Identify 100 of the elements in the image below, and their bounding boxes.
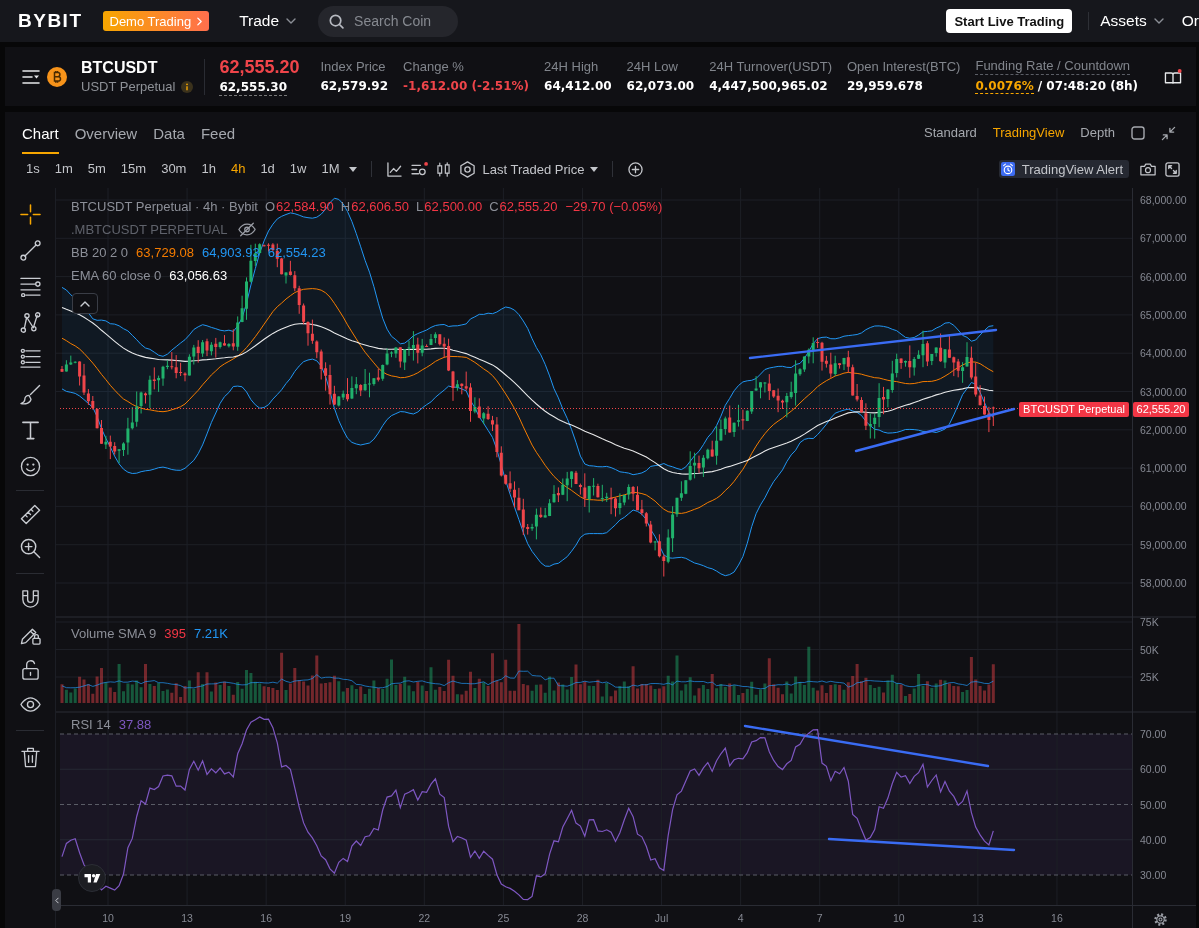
- ohlc-label: O: [264, 199, 275, 214]
- volume-axis-label: 25K: [1140, 671, 1159, 683]
- plus-circle-icon[interactable]: [628, 161, 644, 177]
- interval-tab[interactable]: 1d: [260, 160, 275, 178]
- indicator-value: 7.21K: [194, 626, 228, 641]
- volume-axis-label: 50K: [1140, 643, 1159, 656]
- start-live-trading-button[interactable]: Start Live Trading: [946, 9, 1073, 33]
- fullscreen-icon[interactable]: [1165, 161, 1180, 177]
- indicator-list-icon[interactable]: [410, 161, 428, 177]
- chart-tab[interactable]: Feed: [200, 114, 236, 154]
- coin-icon: [47, 66, 67, 87]
- ohlc-value: 62,606.50: [351, 199, 410, 214]
- interval-tab[interactable]: 1w: [289, 160, 307, 178]
- nav-menu[interactable]: Or: [1181, 9, 1199, 33]
- stat-label: 24H High: [544, 58, 599, 75]
- chart-tab[interactable]: Chart: [22, 114, 59, 154]
- zoom-in-icon[interactable]: [19, 537, 41, 559]
- chart-tab[interactable]: Data: [153, 114, 185, 154]
- indicator-name: Volume SMA 9: [71, 626, 157, 641]
- indicator-name: EMA 60 close 0: [71, 268, 162, 283]
- price-axis-label: 63,000.00: [1140, 385, 1187, 398]
- funding-label[interactable]: Funding Rate / Countdown: [975, 58, 1131, 75]
- price-axis-label: 62,000.00: [1140, 423, 1187, 436]
- price-axis-label: 66,000.00: [1140, 270, 1187, 283]
- interval-tab[interactable]: 1s: [26, 160, 40, 178]
- caret-icon[interactable]: [348, 166, 357, 172]
- stat-value: 29,959.678: [847, 77, 923, 95]
- time-axis-label: 25: [497, 912, 510, 924]
- indicator-value: 63,729.08: [136, 245, 194, 260]
- eye-icon[interactable]: [19, 694, 41, 715]
- interval-tab[interactable]: 15m: [120, 160, 147, 178]
- funding-rate[interactable]: 0.0076%: [975, 79, 1034, 94]
- indicator-name: BB 20 2 0: [71, 245, 129, 260]
- chart-mode-tab[interactable]: TradingView: [992, 124, 1065, 142]
- info-icon[interactable]: [181, 81, 194, 93]
- search-field[interactable]: Search Coin: [318, 5, 459, 37]
- rsi-axis-label: 70.00: [1140, 728, 1167, 740]
- smiley-icon[interactable]: [19, 455, 41, 477]
- logo: BYBIT: [18, 10, 83, 32]
- price-axis-label: 61,000.00: [1140, 462, 1187, 475]
- interval-tab[interactable]: 1h: [201, 160, 216, 178]
- last-price: 62,555.20: [219, 57, 300, 78]
- chart-mode-tab[interactable]: Standard: [924, 124, 977, 142]
- trend-line-icon[interactable]: [19, 239, 41, 261]
- ohlc-label: L: [416, 199, 424, 214]
- candlestick-icon[interactable]: [436, 161, 450, 177]
- crossed-eye-icon[interactable]: [237, 222, 256, 237]
- price-axis-label: 65,000.00: [1140, 308, 1187, 321]
- indicator-value: 395: [164, 626, 186, 641]
- collapse-legend-button[interactable]: [72, 293, 98, 314]
- collapse-handle[interactable]: [52, 889, 61, 911]
- camera-icon[interactable]: [1140, 162, 1156, 176]
- time-axis-label: 28: [576, 912, 589, 924]
- square-icon[interactable]: [1131, 126, 1145, 140]
- collapse-icon[interactable]: [1161, 125, 1176, 141]
- interval-tab[interactable]: 1M: [321, 160, 340, 178]
- alert-button[interactable]: TradingView Alert: [998, 160, 1129, 178]
- funding-countdown: / 07:48:20 (8h): [1037, 79, 1139, 93]
- line-chart-icon[interactable]: [386, 161, 402, 177]
- stat-value: 62,579.92: [320, 77, 389, 95]
- chevron-left-icon: [54, 896, 59, 904]
- time-axis-label: 7: [816, 912, 823, 924]
- settings-icon[interactable]: [458, 160, 476, 178]
- brush-icon[interactable]: [19, 383, 41, 405]
- interval-tab[interactable]: 4h: [230, 160, 246, 178]
- chart-tab[interactable]: Overview: [74, 114, 138, 154]
- time-axis-label: 10: [102, 912, 114, 924]
- horizontal-lines-icon[interactable]: [19, 275, 41, 297]
- ruler-icon[interactable]: [19, 503, 41, 525]
- bulleted-list-icon[interactable]: [19, 347, 41, 369]
- interval-tab[interactable]: 30m: [161, 160, 187, 178]
- magnet-icon[interactable]: [19, 589, 41, 610]
- mark-price[interactable]: 62,555.30: [219, 80, 287, 96]
- price-axis-label: 67,000.00: [1140, 232, 1187, 245]
- time-axis-label: Jul: [654, 912, 669, 924]
- trade-menu[interactable]: Trade: [239, 9, 297, 33]
- chevron-right-icon: [197, 16, 203, 26]
- time-axis-label: 13: [972, 912, 984, 924]
- crosshair-icon[interactable]: [19, 203, 41, 225]
- unlocked-padlock-icon[interactable]: [19, 659, 41, 680]
- price-source-dropdown[interactable]: Last Traded Price: [482, 161, 599, 177]
- connected-nodes-icon[interactable]: [19, 311, 41, 333]
- interval-tab[interactable]: 5m: [87, 160, 106, 178]
- settings-icon[interactable]: [1154, 913, 1167, 926]
- menu-icon[interactable]: [22, 69, 40, 84]
- time-axis-label: 10: [892, 912, 905, 924]
- symbol-name: BTCUSDT: [81, 58, 159, 77]
- text-tool-icon[interactable]: [19, 419, 41, 441]
- assets-menu[interactable]: Assets: [1100, 9, 1164, 33]
- trash-icon[interactable]: [19, 746, 41, 768]
- chart-mode-tab[interactable]: Depth: [1080, 124, 1115, 142]
- caret-icon: [590, 166, 599, 172]
- interval-tab[interactable]: 1m: [54, 160, 73, 178]
- chevron-down-icon: [1153, 18, 1164, 24]
- chevron-down-icon: [286, 18, 297, 24]
- stat-label: Change %: [403, 58, 464, 75]
- time-axis-label: 16: [260, 912, 272, 924]
- book-icon[interactable]: [1164, 68, 1182, 85]
- last-price-tag: 62,555.20: [1133, 402, 1189, 417]
- chart-logo-icon[interactable]: [78, 864, 106, 892]
